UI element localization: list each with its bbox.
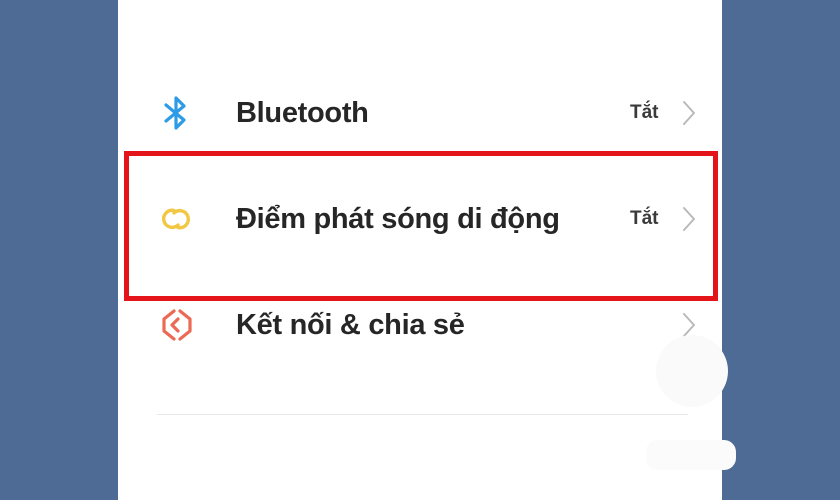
- settings-item-connection-sharing[interactable]: Kết nối & chia sẻ: [118, 289, 722, 361]
- bluetooth-icon: [156, 93, 196, 133]
- faint-background-shape: [646, 440, 736, 470]
- section-divider: [157, 414, 688, 415]
- status-value: Tắt: [630, 102, 659, 123]
- settings-item-label: Điểm phát sóng di động: [236, 203, 560, 235]
- status-value: Tắt: [630, 208, 659, 229]
- settings-panel: Bluetooth Tắt Điểm phát sóng di động Tắt: [118, 0, 736, 500]
- settings-item-mobile-hotspot[interactable]: Điểm phát sóng di động Tắt: [118, 183, 722, 255]
- connection-sharing-icon: [156, 305, 196, 345]
- settings-item-label: Bluetooth: [236, 97, 369, 129]
- chevron-right-icon: [680, 97, 698, 129]
- settings-item-label: Kết nối & chia sẻ: [236, 309, 465, 341]
- hotspot-icon: [156, 199, 196, 239]
- settings-item-bluetooth[interactable]: Bluetooth Tắt: [118, 77, 722, 149]
- chevron-right-icon: [680, 203, 698, 235]
- faint-background-shape: [656, 335, 728, 407]
